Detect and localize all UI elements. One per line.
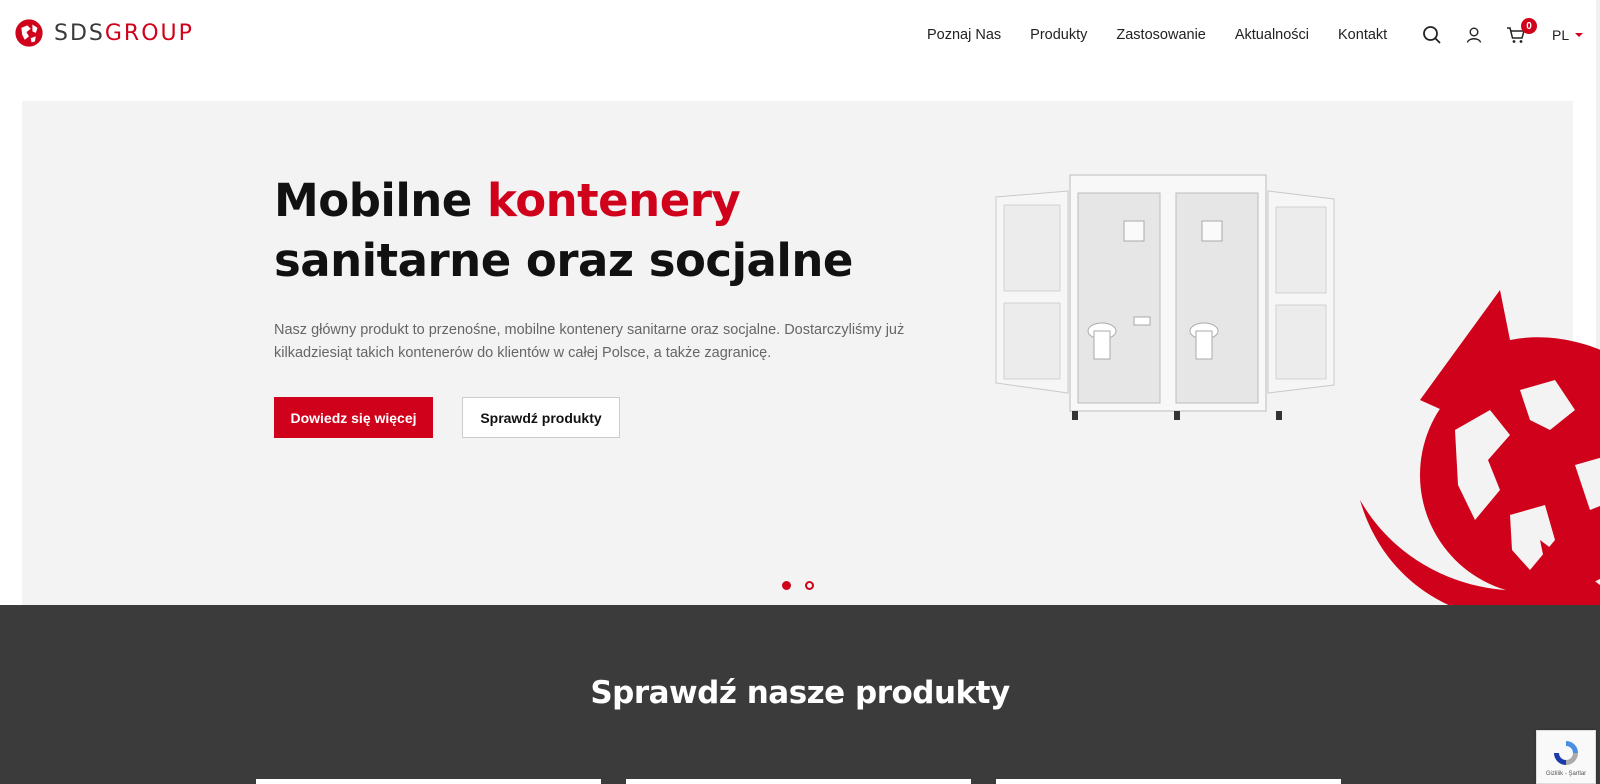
products-section: Sprawdź nasze produkty (0, 605, 1600, 784)
user-icon[interactable] (1463, 24, 1485, 46)
slider-dots (782, 581, 814, 590)
sanitary-container-image (995, 174, 1335, 420)
cart-count-badge: 0 (1521, 18, 1537, 34)
product-card[interactable] (256, 779, 601, 784)
slider-dot-1[interactable] (782, 581, 791, 590)
nav-item-kontakt[interactable]: Kontakt (1338, 27, 1387, 43)
language-label: PL (1552, 27, 1570, 43)
products-section-title: Sprawdź nasze produkty (590, 675, 1010, 711)
hero-description: Nasz główny produkt to przenośne, mobiln… (274, 322, 905, 361)
check-products-button[interactable]: Sprawdź produkty (462, 397, 620, 438)
hero-slider: Mobilne kontenery sanitarne oraz socjaln… (22, 101, 1573, 605)
recaptcha-label: Gizlilik - Şartlar (1545, 770, 1587, 777)
nav-item-zastosowanie[interactable]: Zastosowanie (1116, 27, 1205, 43)
cart-button[interactable]: 0 (1505, 18, 1537, 46)
search-icon[interactable] (1421, 24, 1443, 46)
nav-item-aktualnosci[interactable]: Aktualności (1235, 27, 1309, 43)
header-icons: 0 PL (1421, 18, 1584, 46)
recaptcha-icon (1554, 740, 1578, 765)
logo-text: SDSGROUP (54, 20, 194, 46)
language-selector[interactable]: PL (1552, 27, 1584, 43)
main-nav: Poznaj Nas Produkty Zastosowanie Aktualn… (927, 27, 1387, 43)
chevron-down-icon (1575, 33, 1584, 37)
recaptcha-badge[interactable]: Gizlilik - Şartlar (1536, 730, 1596, 784)
nav-item-poznaj-nas[interactable]: Poznaj Nas (927, 27, 1001, 43)
page: SDSGROUP Poznaj Nas Produkty Zastosowani… (0, 0, 1600, 784)
globe-logo-icon (15, 19, 43, 47)
site-logo[interactable]: SDSGROUP (12, 16, 194, 50)
nav-item-produkty[interactable]: Produkty (1030, 27, 1087, 43)
slider-dot-2[interactable] (805, 581, 814, 590)
learn-more-button[interactable]: Dowiedz się więcej (274, 397, 433, 438)
product-card[interactable] (626, 779, 971, 784)
product-card[interactable] (996, 779, 1341, 784)
hero-title: Mobilne kontenery sanitarne oraz socjaln… (274, 174, 853, 287)
site-header: SDSGROUP Poznaj Nas Produkty Zastosowani… (0, 0, 1600, 75)
